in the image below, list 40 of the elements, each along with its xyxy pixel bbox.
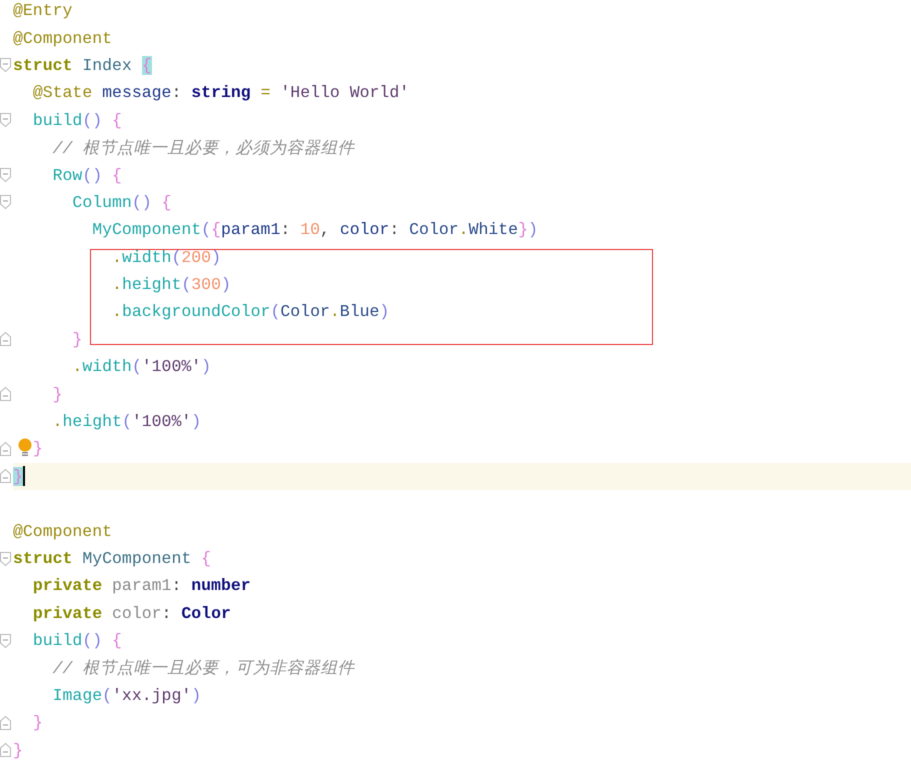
code-line: struct MyComponent { (13, 549, 212, 568)
code-line: private param1: number (32, 576, 251, 596)
fold-icon[interactable] (0, 716, 11, 730)
code-line: @Component (13, 522, 112, 541)
code-line: @State message: string = 'Hello World' (32, 83, 410, 102)
fold-icon[interactable] (0, 58, 11, 72)
code-line: .height(300) (112, 275, 231, 294)
fold-icon[interactable] (0, 442, 11, 456)
code-line: } (32, 439, 43, 458)
code-line: private color: Color (32, 604, 231, 623)
code-line: Row() { (52, 166, 122, 185)
code-line: build() { (32, 631, 122, 650)
code-line: @Component (13, 28, 112, 48)
code-line: .height('100%') (52, 412, 202, 432)
code-line: Image('xx.jpg') (52, 686, 202, 705)
code-line: .backgroundColor(Color.Blue) (112, 302, 390, 322)
code-line: build() { (32, 110, 122, 130)
code-line: } (72, 330, 82, 349)
fold-icon[interactable] (0, 469, 11, 484)
code-line: @Entry (13, 1, 72, 20)
code-line: // 根节点唯一且必要，可为非容器组件 (52, 658, 354, 680)
code-line: Column() { (72, 192, 172, 212)
lightbulb-icon[interactable] (18, 438, 32, 458)
fold-icon[interactable] (0, 634, 11, 648)
fold-icon[interactable] (0, 168, 11, 182)
code-line: } (52, 384, 63, 404)
code-line: } (32, 713, 43, 732)
code-line: // 根节点唯一且必要，必须为容器组件 (52, 138, 354, 159)
fold-icon[interactable] (0, 113, 11, 128)
code-line: .width('100%') (72, 357, 212, 376)
fold-icon[interactable] (0, 552, 11, 566)
text-cursor (22, 466, 25, 486)
fold-icon[interactable] (0, 195, 11, 210)
code-line: .width(200) (112, 248, 221, 267)
fold-icon[interactable] (0, 332, 11, 346)
fold-icon[interactable] (0, 743, 11, 758)
code-line: MyComponent({param1: 10, color: Color.White}) (92, 220, 538, 240)
fold-icon[interactable] (0, 387, 11, 402)
code-line: } (13, 740, 23, 760)
code-line: struct Index { (13, 56, 152, 75)
